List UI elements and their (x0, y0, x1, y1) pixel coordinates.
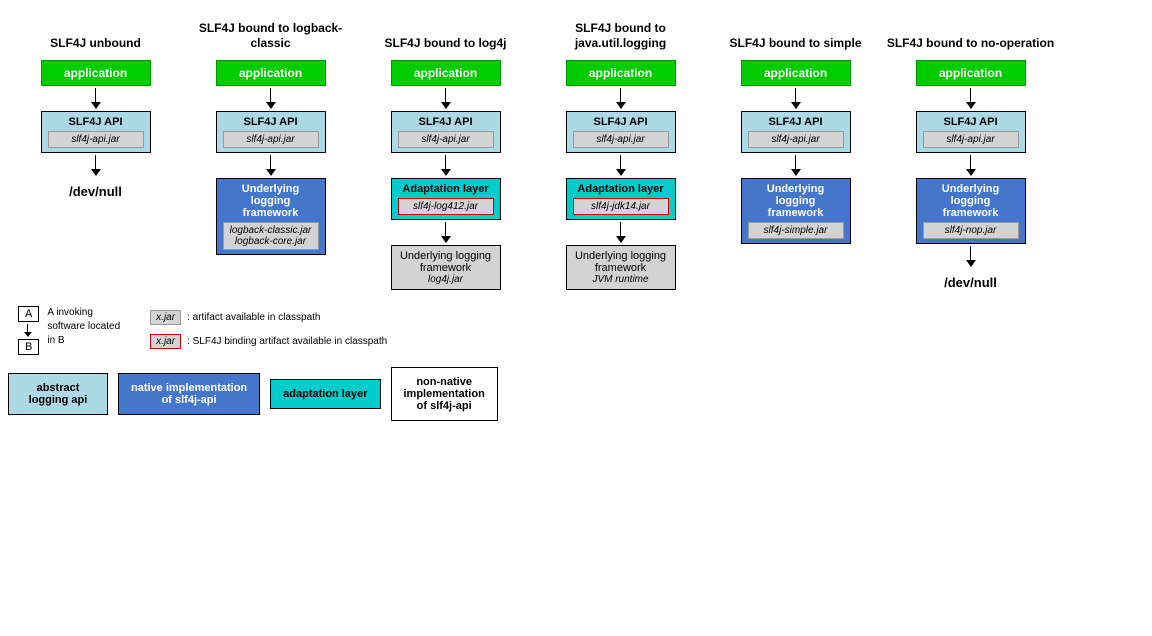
adaptation-box-log4j: Adaptation layer slf4j-log412.jar (391, 178, 501, 220)
app-box-simple: application (741, 60, 851, 86)
jar-label-normal: x.jar (150, 310, 181, 325)
arrow-noop-1 (966, 88, 976, 109)
invoke-diagram: A B (18, 306, 39, 355)
col-title-simple: SLF4J bound to simple (729, 10, 861, 52)
legend-native: native implementationof slf4j-api (118, 373, 260, 415)
arrow-head (91, 102, 101, 109)
api-box-simple: SLF4J API slf4j-api.jar (741, 111, 851, 153)
api-box-unbound: SLF4J API slf4j-api.jar (41, 111, 151, 153)
jar-desc-binding: : SLF4J binding artifact available in cl… (187, 336, 387, 347)
api-box-javautil: SLF4J API slf4j-api.jar (566, 111, 676, 153)
col-noop: SLF4J bound to no-operation application … (883, 10, 1058, 296)
api-box-log4j: SLF4J API slf4j-api.jar (391, 111, 501, 153)
legend-abstract: abstractlogging api (8, 373, 108, 415)
jar-legends: x.jar : artifact available in classpath … (150, 306, 387, 349)
arrow-unbound-2 (91, 155, 101, 176)
app-box-noop: application (916, 60, 1026, 86)
devnull-noop: /dev/null (944, 275, 997, 290)
col-log4j: SLF4J bound to log4j application SLF4J A… (358, 10, 533, 290)
arrow-javautil-3 (616, 222, 626, 243)
arrow-line (95, 88, 96, 102)
col-title-noop: SLF4J bound to no-operation (887, 10, 1054, 52)
col-javautil: SLF4J bound to java.util.logging applica… (533, 10, 708, 290)
underlying-box-noop: Underlying logging framework slf4j-nop.j… (916, 178, 1026, 244)
arrow-simple-1 (791, 88, 801, 109)
gray-box-log4j: Underlying logging framework log4j.jar (391, 245, 501, 290)
arrow-javautil-1 (616, 88, 626, 109)
underlying-box-simple: Underlying logging framework slf4j-simpl… (741, 178, 851, 244)
jar-desc-normal: : artifact available in classpath (187, 312, 320, 323)
main-container: SLF4J unbound application SLF4J API slf4… (0, 0, 1152, 431)
api-box-logback: SLF4J API slf4j-api.jar (216, 111, 326, 153)
columns-row: SLF4J unbound application SLF4J API slf4… (8, 10, 1144, 296)
api-box-noop: SLF4J API slf4j-api.jar (916, 111, 1026, 153)
app-box-javautil: application (566, 60, 676, 86)
jar-legend-normal: x.jar : artifact available in classpath (150, 310, 387, 325)
col-title-unbound: SLF4J unbound (50, 10, 141, 52)
invoke-legend: A B A invokingsoftware locatedin B (18, 306, 120, 355)
arrow-noop-3 (966, 246, 976, 267)
invoke-box-a: A (18, 306, 39, 322)
col-title-logback: SLF4J bound to logback-classic (183, 10, 358, 52)
gray-box-javautil: Underlying logging framework JVM runtime (566, 245, 676, 290)
adaptation-box-javautil: Adaptation layer slf4j-jdk14.jar (566, 178, 676, 220)
arrow-logback-2 (266, 155, 276, 176)
arrow-javautil-2 (616, 155, 626, 176)
invoke-text: A invokingsoftware locatedin B (47, 306, 120, 348)
arrow-logback-1 (266, 88, 276, 109)
arrow-line (95, 155, 96, 169)
app-box-unbound: application (41, 60, 151, 86)
col-title-javautil: SLF4J bound to java.util.logging (533, 10, 708, 52)
app-box-log4j: application (391, 60, 501, 86)
arrow-log4j-1 (441, 88, 451, 109)
arrow-unbound-1 (91, 88, 101, 109)
col-simple: SLF4J bound to simple application SLF4J … (708, 10, 883, 244)
col-title-log4j: SLF4J bound to log4j (385, 10, 507, 52)
arrow-log4j-3 (441, 222, 451, 243)
col-logback: SLF4J bound to logback-classic applicati… (183, 10, 358, 255)
legend-nonnative: non-nativeimplementationof slf4j-api (391, 367, 498, 421)
arrow-log4j-2 (441, 155, 451, 176)
legend-adaptation: adaptation layer (270, 379, 380, 409)
devnull-unbound: /dev/null (69, 184, 122, 199)
jar-label-binding: x.jar (150, 334, 181, 349)
underlying-box-logback: Underlying logging framework logback-cla… (216, 178, 326, 255)
bottom-legend: abstractlogging api native implementatio… (8, 367, 1144, 421)
arrow-noop-2 (966, 155, 976, 176)
jar-legend-binding: x.jar : SLF4J binding artifact available… (150, 334, 387, 349)
col-unbound: SLF4J unbound application SLF4J API slf4… (8, 10, 183, 205)
invoke-box-b: B (18, 339, 39, 355)
arrow-simple-2 (791, 155, 801, 176)
arrow-head (91, 169, 101, 176)
app-box-logback: application (216, 60, 326, 86)
